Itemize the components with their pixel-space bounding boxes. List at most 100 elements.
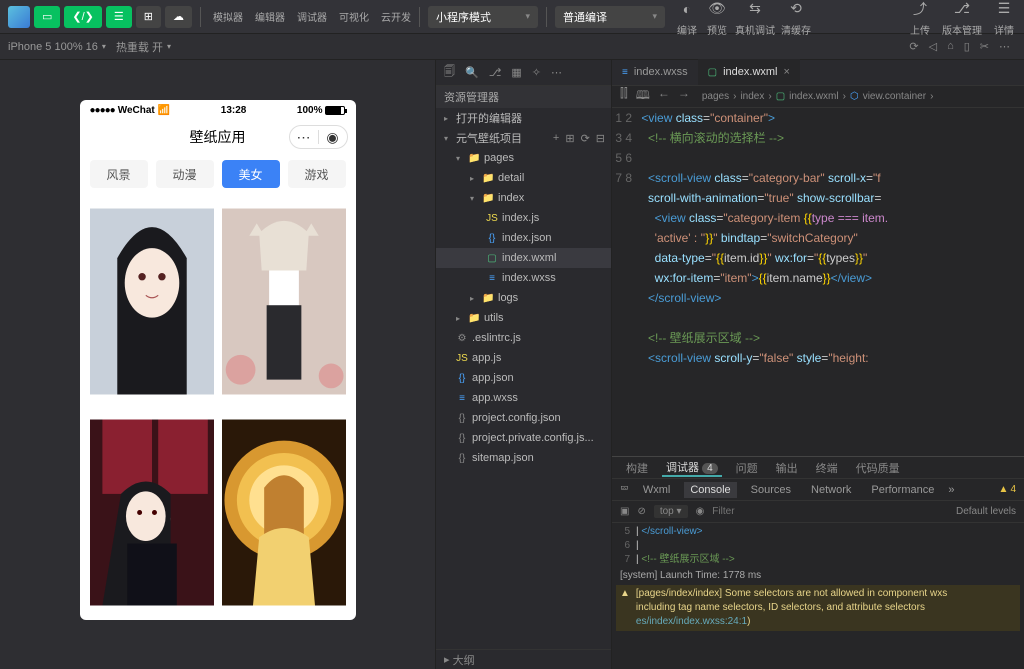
cloud-toggle[interactable]: ☁ bbox=[165, 6, 192, 28]
clear-cache-button[interactable]: ⟲清缓存 bbox=[781, 0, 811, 37]
refresh-icon[interactable]: ⟳ bbox=[581, 132, 590, 145]
file-index-wxss[interactable]: ≡index.wxss bbox=[436, 268, 611, 288]
file-index-wxml[interactable]: ▢index.wxml bbox=[436, 248, 611, 268]
new-file-icon[interactable]: + bbox=[553, 132, 559, 145]
compile-select[interactable]: 普通编译▾ bbox=[555, 6, 665, 28]
inspect-icon[interactable]: ⮹ bbox=[620, 483, 629, 496]
phone-icon[interactable]: ▯ bbox=[964, 40, 970, 53]
collapse-icon[interactable]: ⊟ bbox=[596, 132, 605, 145]
file-app-json[interactable]: {}app.json bbox=[436, 368, 611, 388]
sidebar-toggle-icon[interactable]: ▣ bbox=[620, 506, 629, 517]
file-index-json[interactable]: {}index.json bbox=[436, 228, 611, 248]
dt-console[interactable]: Console bbox=[684, 482, 736, 498]
compile-button[interactable]: ◐编译 bbox=[675, 0, 699, 37]
files-icon[interactable]: 🗐 bbox=[444, 63, 455, 82]
folder-logs[interactable]: ▸📁logs bbox=[436, 288, 611, 308]
wallpaper-card[interactable] bbox=[90, 411, 214, 614]
levels-select[interactable]: Default levels bbox=[956, 506, 1016, 517]
nav-fwd-icon[interactable]: → bbox=[678, 86, 690, 107]
editor-toggle[interactable]: ❮/❯ bbox=[64, 6, 102, 28]
cut-icon[interactable]: ✂ bbox=[980, 40, 989, 53]
file-proj-priv[interactable]: {}project.private.config.js... bbox=[436, 428, 611, 448]
project-root[interactable]: ▾元气壁纸项目 + ⊞ ⟳ ⊟ bbox=[436, 128, 611, 148]
cat-item-1[interactable]: 动漫 bbox=[156, 160, 214, 188]
warning-icon: ▲ bbox=[620, 587, 630, 629]
bp-tab-build[interactable]: 构建 bbox=[622, 460, 652, 476]
search-icon[interactable]: 🔍 bbox=[465, 66, 479, 79]
capsule[interactable]: ⋯ ◉ bbox=[289, 125, 348, 149]
bp-tab-quality[interactable]: 代码质量 bbox=[852, 460, 904, 476]
capsule-close-icon[interactable]: ◉ bbox=[319, 129, 347, 146]
wallpaper-card[interactable] bbox=[90, 200, 214, 403]
capsule-menu-icon[interactable]: ⋯ bbox=[290, 129, 318, 146]
tab-index-wxml[interactable]: ▢index.wxml× bbox=[698, 59, 800, 85]
file-proj-cfg[interactable]: {}project.config.json bbox=[436, 408, 611, 428]
warning-count[interactable]: ▲ 4 bbox=[999, 484, 1016, 495]
outline-section[interactable]: ▸ 大纲 bbox=[436, 649, 611, 669]
wallpaper-card[interactable] bbox=[222, 411, 346, 614]
avatar[interactable] bbox=[8, 6, 30, 28]
open-editors-section[interactable]: ▸打开的编辑器 bbox=[436, 108, 611, 128]
explorer-title: 资源管理器 bbox=[436, 86, 611, 108]
hot-reload-select[interactable]: 热重载 开 ▾ bbox=[116, 39, 171, 55]
battery-icon bbox=[325, 106, 345, 115]
more-icon[interactable]: ⋯ bbox=[999, 40, 1010, 53]
dt-sources[interactable]: Sources bbox=[745, 482, 797, 498]
code-editor[interactable]: 1 2 3 4 5 6 7 8 <view class="container">… bbox=[612, 108, 1024, 456]
dt-wxml[interactable]: Wxml bbox=[637, 482, 677, 498]
new-folder-icon[interactable]: ⊞ bbox=[565, 132, 574, 145]
file-eslintrc[interactable]: ⚙.eslintrc.js bbox=[436, 328, 611, 348]
home-icon[interactable]: ⌂ bbox=[947, 40, 954, 53]
wallpaper-card[interactable] bbox=[222, 200, 346, 403]
version-button[interactable]: ⎇版本管理 bbox=[942, 0, 982, 37]
more-tabs-icon[interactable]: » bbox=[948, 484, 954, 496]
console-output[interactable]: 5| </scroll-view> 6| 7| <!-- 壁纸展示区域 --> … bbox=[612, 523, 1024, 669]
explorer-panel: 🗐 🔍 ⎇ ▦ ✧ ⋯ 资源管理器 ▸打开的编辑器 ▾元气壁纸项目 + ⊞ ⟳ … bbox=[436, 60, 612, 669]
bottom-tabs: 构建 调试器 4 问题 输出 终端 代码质量 bbox=[612, 457, 1024, 479]
battery-label: 100% bbox=[297, 105, 323, 116]
back-icon[interactable]: ◁ bbox=[929, 40, 937, 53]
devtools-tabs: ⮹ Wxml Console Sources Network Performan… bbox=[612, 479, 1024, 501]
file-app-js[interactable]: JSapp.js bbox=[436, 348, 611, 368]
robot-icon[interactable]: ✧ bbox=[532, 66, 541, 79]
simulator-toggle[interactable]: ▭ bbox=[34, 6, 60, 28]
bp-tab-debugger[interactable]: 调试器 4 bbox=[662, 459, 722, 477]
dt-network[interactable]: Network bbox=[805, 482, 857, 498]
cat-item-2[interactable]: 美女 bbox=[222, 160, 280, 188]
clear-console-icon[interactable]: ⊘ bbox=[637, 506, 645, 517]
details-button[interactable]: ☰详情 bbox=[992, 0, 1016, 37]
more-icon[interactable]: ⋯ bbox=[551, 66, 562, 79]
bp-tab-problems[interactable]: 问题 bbox=[732, 460, 762, 476]
split-icon[interactable]: ⫿⫿ bbox=[620, 86, 628, 107]
nav-back-icon[interactable]: ← bbox=[658, 86, 670, 107]
folder-detail[interactable]: ▸📁detail bbox=[436, 168, 611, 188]
device-select[interactable]: iPhone 5 100% 16 ▾ bbox=[8, 41, 106, 53]
file-sitemap[interactable]: {}sitemap.json bbox=[436, 448, 611, 468]
bookmark-icon[interactable]: 🕮 bbox=[636, 86, 650, 107]
filter-input[interactable] bbox=[712, 506, 948, 517]
mode-select[interactable]: 小程序模式▾ bbox=[428, 6, 538, 28]
cat-item-3[interactable]: 游戏 bbox=[288, 160, 346, 188]
tab-index-wxss[interactable]: ≡index.wxss bbox=[612, 59, 698, 85]
bp-tab-output[interactable]: 输出 bbox=[772, 460, 802, 476]
refresh-icon[interactable]: ⟳ bbox=[909, 40, 918, 53]
file-app-wxss[interactable]: ≡app.wxss bbox=[436, 388, 611, 408]
close-icon[interactable]: × bbox=[784, 66, 790, 78]
live-expr-icon[interactable]: ◉ bbox=[696, 506, 705, 517]
folder-index[interactable]: ▾📁index bbox=[436, 188, 611, 208]
git-icon[interactable]: ⎇ bbox=[489, 66, 502, 79]
bp-tab-terminal[interactable]: 终端 bbox=[812, 460, 842, 476]
folder-pages[interactable]: ▾📁pages bbox=[436, 148, 611, 168]
context-select[interactable]: top ▾ bbox=[654, 505, 688, 518]
remote-debug-button[interactable]: ⇆真机调试 bbox=[735, 0, 775, 37]
folder-utils[interactable]: ▸📁utils bbox=[436, 308, 611, 328]
ext-icon[interactable]: ▦ bbox=[511, 66, 521, 79]
visualize-toggle[interactable]: ⊞ bbox=[136, 6, 161, 28]
debugger-toggle[interactable]: ☰ bbox=[106, 6, 132, 28]
cat-item-0[interactable]: 风景 bbox=[90, 160, 148, 188]
bottom-panel: 构建 调试器 4 问题 输出 终端 代码质量 ⮹ Wxml Console So… bbox=[612, 456, 1024, 669]
dt-performance[interactable]: Performance bbox=[865, 482, 940, 498]
upload-button[interactable]: ⤴上传 bbox=[908, 0, 932, 37]
preview-button[interactable]: 👁预览 bbox=[705, 0, 729, 37]
file-index-js[interactable]: JSindex.js bbox=[436, 208, 611, 228]
